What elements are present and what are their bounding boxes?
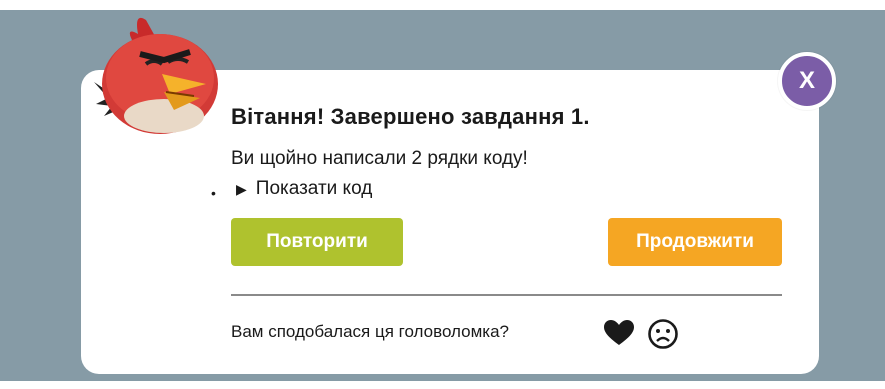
- continue-button[interactable]: Продовжити: [608, 218, 782, 266]
- triangle-right-icon: ▶: [236, 180, 247, 197]
- feedback-question: Вам сподобалася ця головоломка?: [231, 322, 510, 341]
- dialog-title: Вітання! Завершено завдання 1.: [231, 104, 590, 129]
- sad-face-icon[interactable]: [647, 318, 679, 350]
- dialog-message: Ви щойно написали 2 рядки коду!: [231, 148, 528, 169]
- show-code-toggle[interactable]: ▶ Показати код: [236, 178, 372, 200]
- list-bullet: •: [211, 185, 216, 201]
- show-code-label: Показати код: [255, 178, 373, 199]
- retry-button[interactable]: Повторити: [231, 218, 403, 266]
- red-bird-icon: [94, 17, 218, 134]
- close-button[interactable]: X: [778, 52, 836, 110]
- divider: [231, 294, 782, 296]
- close-icon: X: [798, 67, 815, 94]
- heart-icon[interactable]: [604, 320, 634, 346]
